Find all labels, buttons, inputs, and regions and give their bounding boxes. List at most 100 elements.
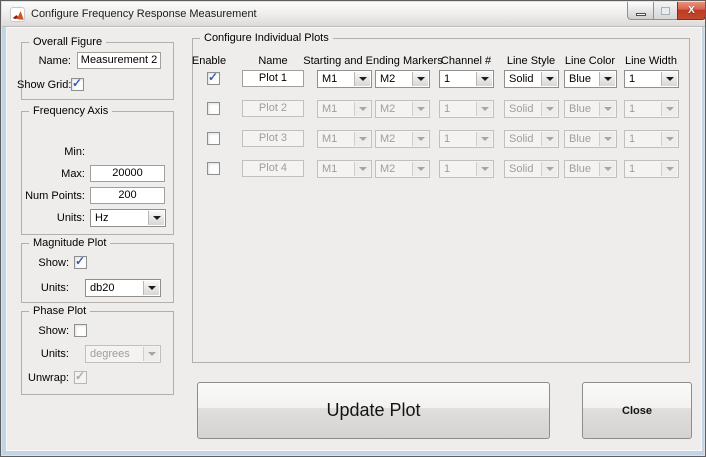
plot-enable-checkbox[interactable]: ✓ [207,132,220,145]
phase-units-label: Units: [15,348,69,360]
matlab-icon [10,7,25,22]
plot-enable-checkbox[interactable]: ✓ [207,72,220,85]
line-width-dropdown: 1 [624,100,679,118]
chevron-down-icon [604,137,612,141]
plot-enable-checkbox[interactable]: ✓ [207,162,220,175]
chevron-down-icon [417,167,425,171]
close-window-button[interactable]: X [677,2,706,20]
min-label: Min: [15,146,85,158]
chevron-down-icon [546,77,554,81]
line-width-dropdown[interactable]: 1 [624,70,679,88]
line-color-column-header: Line Color [560,55,620,67]
num-points-input[interactable]: 200 [90,187,165,204]
marker-end-dropdown: M2 [375,160,430,178]
dialog-window: Configure Frequency Response Measurement… [0,0,706,457]
channel-dropdown: 1 [439,130,494,148]
phase-units-dropdown: degrees [85,345,161,363]
magnitude-units-label: Units: [15,282,69,294]
line-color-dropdown[interactable]: Blue [564,70,617,88]
chevron-down-icon [417,77,425,81]
chevron-down-icon [359,107,367,111]
magnitude-show-label: Show: [15,257,69,269]
line-style-dropdown: Solid [504,130,559,148]
freq-units-label: Units: [15,212,85,224]
marker-start-dropdown: M1 [317,160,372,178]
individual-plots-group-title: Configure Individual Plots [200,32,333,44]
phase-show-checkbox[interactable]: ✓ [74,324,87,337]
dialog-client-area: Overall Figure Name: Measurement 2 Show … [6,27,702,451]
plot-name-input: Plot 4 [242,160,304,177]
chevron-down-icon [359,77,367,81]
chevron-down-icon [604,167,612,171]
name-label: Name: [27,55,71,67]
phase-plot-group-title: Phase Plot [29,305,90,317]
show-grid-checkbox[interactable]: ✓ [71,78,84,91]
chevron-down-icon [148,352,156,356]
num-points-label: Num Points: [15,190,85,202]
line-style-dropdown: Solid [504,100,559,118]
phase-show-label: Show: [15,325,69,337]
line-width-dropdown: 1 [624,160,679,178]
check-icon: ✓ [75,254,85,268]
chevron-down-icon [153,216,161,220]
line-style-dropdown[interactable]: Solid [504,70,559,88]
chevron-down-icon [666,107,674,111]
enable-column-header: Enable [187,55,231,67]
chevron-down-icon [604,77,612,81]
update-plot-button[interactable]: Update Plot [197,382,550,439]
chevron-down-icon [546,137,554,141]
chevron-down-icon [359,137,367,141]
line-style-column-header: Line Style [501,55,561,67]
chevron-down-icon [666,167,674,171]
chevron-down-icon [666,137,674,141]
marker-end-dropdown[interactable]: M2 [375,70,430,88]
max-input[interactable]: 20000 [90,165,165,182]
chevron-down-icon [666,77,674,81]
chevron-down-icon [481,167,489,171]
channel-dropdown: 1 [439,160,494,178]
overall-figure-group: Overall Figure [21,42,174,100]
chevron-down-icon [546,167,554,171]
channel-column-header: Channel # [436,55,496,67]
minimize-button[interactable] [627,2,654,20]
channel-dropdown: 1 [439,100,494,118]
line-width-dropdown: 1 [624,130,679,148]
maximize-icon [661,7,670,15]
plot-name-input: Plot 3 [242,130,304,147]
title-bar[interactable]: Configure Frequency Response Measurement… [2,2,706,27]
max-label: Max: [15,168,85,180]
plot-name-input: Plot 2 [242,100,304,117]
overall-figure-group-title: Overall Figure [29,36,106,48]
check-icon: ✓ [208,70,218,84]
chevron-down-icon [546,107,554,111]
chevron-down-icon [481,77,489,81]
frequency-axis-group-title: Frequency Axis [29,105,112,117]
plot-name-input[interactable]: Plot 1 [242,70,304,87]
check-icon: ✓ [72,76,82,90]
line-color-dropdown: Blue [564,160,617,178]
chevron-down-icon [417,137,425,141]
freq-units-dropdown[interactable]: Hz [90,209,166,227]
marker-start-dropdown[interactable]: M1 [317,70,372,88]
channel-dropdown[interactable]: 1 [439,70,494,88]
unwrap-checkbox: ✓ [74,371,87,384]
unwrap-label: Unwrap: [15,372,69,384]
marker-end-dropdown: M2 [375,130,430,148]
check-icon: ✓ [75,369,85,383]
line-style-dropdown: Solid [504,160,559,178]
chevron-down-icon [417,107,425,111]
magnitude-units-dropdown[interactable]: db20 [85,279,161,297]
plot-enable-checkbox[interactable]: ✓ [207,102,220,115]
figure-name-input[interactable]: Measurement 2 [77,52,161,69]
maximize-button[interactable] [653,2,678,20]
marker-start-dropdown: M1 [317,130,372,148]
line-color-dropdown: Blue [564,100,617,118]
close-icon: X [688,5,695,16]
marker-start-dropdown: M1 [317,100,372,118]
magnitude-show-checkbox[interactable]: ✓ [74,256,87,269]
minimize-icon [636,13,646,16]
chevron-down-icon [604,107,612,111]
magnitude-plot-group-title: Magnitude Plot [29,237,110,249]
close-button[interactable]: Close [582,382,692,439]
show-grid-label: Show Grid: [17,79,65,91]
